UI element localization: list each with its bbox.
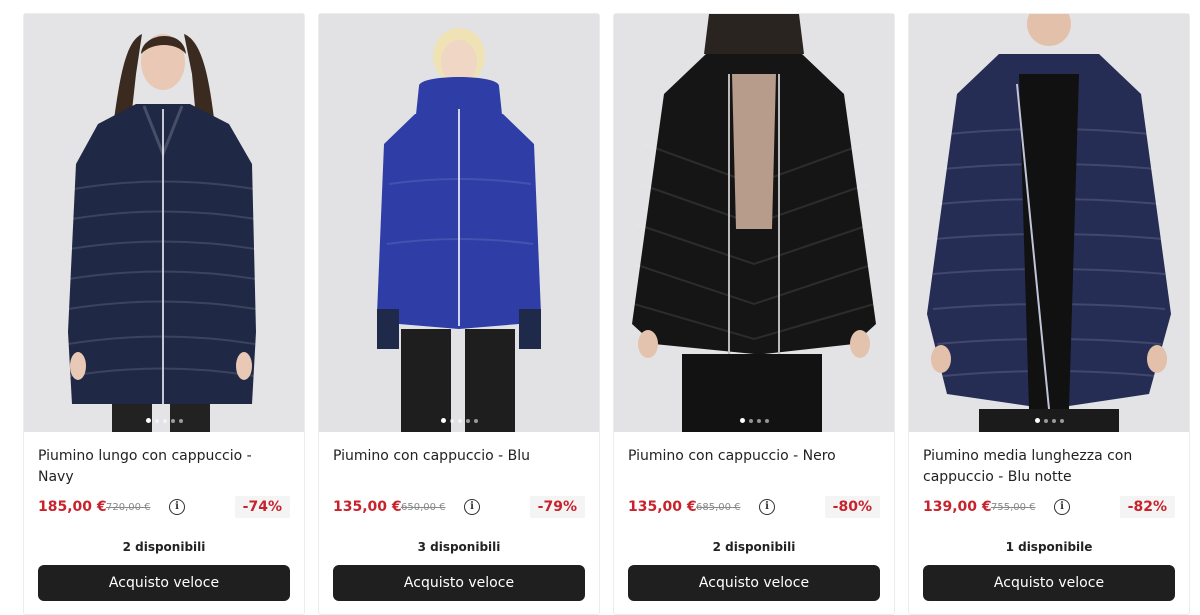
carousel-dot[interactable]: [457, 418, 462, 423]
carousel-dot[interactable]: [1059, 418, 1064, 423]
carousel-dot[interactable]: [748, 418, 753, 423]
original-price: 755,00 €: [991, 502, 1036, 513]
carousel-dot[interactable]: [1034, 418, 1040, 423]
discount-badge: -82%: [1119, 496, 1175, 518]
product-card[interactable]: Piumino media lunghezza con cappuccio - …: [908, 13, 1190, 615]
carousel-dot[interactable]: [465, 418, 470, 423]
product-photo-illustration: [319, 14, 599, 432]
carousel-dot[interactable]: [1043, 418, 1048, 423]
product-title[interactable]: Piumino lungo con cappuccio - Navy: [38, 446, 283, 488]
quick-buy-button[interactable]: Acquisto veloce: [333, 565, 585, 601]
current-price: 135,00 €: [628, 499, 697, 515]
carousel-dot[interactable]: [178, 418, 183, 423]
info-circle-icon[interactable]: i: [1054, 499, 1070, 515]
price-row: 135,00 € 685,00 € i -80%: [628, 496, 880, 518]
carousel-dot[interactable]: [440, 418, 446, 423]
product-image[interactable]: [319, 14, 599, 432]
carousel-dots[interactable]: [909, 418, 1189, 423]
product-image[interactable]: [614, 14, 894, 432]
carousel-dot[interactable]: [145, 418, 151, 423]
carousel-dot[interactable]: [473, 418, 478, 423]
product-title[interactable]: Piumino con cappuccio - Blu: [333, 446, 578, 467]
product-image[interactable]: [909, 14, 1189, 432]
carousel-dot[interactable]: [739, 418, 745, 423]
price-row: 139,00 € 755,00 € i -82%: [923, 496, 1175, 518]
stock-availability: 2 disponibili: [712, 540, 796, 554]
carousel-dot[interactable]: [162, 418, 167, 423]
discount-badge: -80%: [824, 496, 880, 518]
carousel-dot[interactable]: [1051, 418, 1056, 423]
product-photo-illustration: [909, 14, 1189, 432]
carousel-dot[interactable]: [154, 418, 159, 423]
price-row: 135,00 € 650,00 € i -79%: [333, 496, 585, 518]
product-image[interactable]: [24, 14, 304, 432]
carousel-dot[interactable]: [764, 418, 769, 423]
quick-buy-button[interactable]: Acquisto veloce: [628, 565, 880, 601]
product-card[interactable]: Piumino con cappuccio - Blu 135,00 € 650…: [318, 13, 600, 615]
product-photo-illustration: [24, 14, 304, 432]
original-price: 720,00 €: [106, 502, 151, 513]
price-row: 185,00 € 720,00 € i -74%: [38, 496, 290, 518]
quick-buy-button[interactable]: Acquisto veloce: [923, 565, 1175, 601]
quick-buy-button[interactable]: Acquisto veloce: [38, 565, 290, 601]
product-card[interactable]: Piumino lungo con cappuccio - Navy 185,0…: [23, 13, 305, 615]
stock-availability: 1 disponibile: [1005, 540, 1093, 554]
stock-availability: 3 disponibili: [417, 540, 501, 554]
product-photo-illustration: [614, 14, 894, 432]
carousel-dot[interactable]: [449, 418, 454, 423]
product-card[interactable]: Piumino con cappuccio - Nero 135,00 € 68…: [613, 13, 895, 615]
product-grid: Piumino lungo con cappuccio - Navy 185,0…: [0, 0, 1200, 615]
info-circle-icon[interactable]: i: [759, 499, 775, 515]
discount-badge: -74%: [234, 496, 290, 518]
discount-badge: -79%: [529, 496, 585, 518]
carousel-dots[interactable]: [24, 418, 304, 423]
carousel-dot[interactable]: [170, 418, 175, 423]
original-price: 685,00 €: [696, 502, 741, 513]
carousel-dots[interactable]: [614, 418, 894, 423]
carousel-dot[interactable]: [756, 418, 761, 423]
current-price: 135,00 €: [333, 499, 402, 515]
info-circle-icon[interactable]: i: [464, 499, 480, 515]
original-price: 650,00 €: [401, 502, 446, 513]
current-price: 185,00 €: [38, 499, 107, 515]
info-circle-icon[interactable]: i: [169, 499, 185, 515]
current-price: 139,00 €: [923, 499, 992, 515]
carousel-dots[interactable]: [319, 418, 599, 423]
product-title[interactable]: Piumino media lunghezza con cappuccio - …: [923, 446, 1168, 488]
stock-availability: 2 disponibili: [122, 540, 206, 554]
product-title[interactable]: Piumino con cappuccio - Nero: [628, 446, 873, 467]
